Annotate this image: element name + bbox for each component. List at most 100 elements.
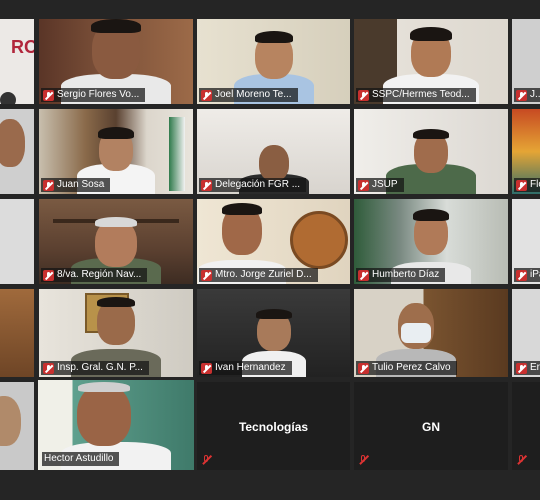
participant-tile[interactable]: Delegación FGR ... xyxy=(197,109,350,194)
logo-shape xyxy=(0,92,16,104)
mic-muted-icon xyxy=(201,269,212,281)
participant-name-tag: Ivan Hernandez xyxy=(199,361,292,375)
participant-tile[interactable]: Ivan Hernandez xyxy=(197,289,350,377)
mic-muted-icon xyxy=(358,455,369,466)
mic-muted-icon xyxy=(201,89,212,101)
participant-name-tag: Hector Astudillo xyxy=(42,452,120,466)
participant-tile[interactable] xyxy=(0,109,34,194)
mic-muted-icon xyxy=(358,179,369,191)
mic-muted-icon xyxy=(43,269,54,281)
mic-muted-icon xyxy=(201,362,212,374)
participant-name-tag: J... xyxy=(514,88,540,102)
logo-text: RO xyxy=(11,37,34,57)
mic-muted-icon xyxy=(516,455,527,466)
participant-name-tag: Joel Moreno Te... xyxy=(199,88,298,102)
person-hair xyxy=(255,309,292,319)
person-hair xyxy=(97,297,135,307)
participant-name: Mtro. Jorge Zuriel D... xyxy=(215,269,312,280)
person-head xyxy=(0,119,25,167)
person-hair xyxy=(413,129,449,139)
participant-tile[interactable]: Tulio Perez Calvo xyxy=(354,289,508,377)
participant-tile[interactable]: Tecnologías xyxy=(197,382,350,470)
participant-name: Sergio Flores Vo... xyxy=(57,89,140,100)
mic-muted-icon xyxy=(201,455,212,466)
participant-tile[interactable]: JSUP xyxy=(354,109,508,194)
mic-muted-icon xyxy=(358,269,369,281)
participant-tile[interactable]: Flore... xyxy=(512,109,540,194)
participant-tile[interactable]: Humberto Díaz xyxy=(354,199,508,284)
person-hair xyxy=(413,209,449,221)
participant-name-tag: iPad ... xyxy=(514,268,540,282)
person-hair xyxy=(77,382,130,392)
tile-logo[interactable]: RO xyxy=(0,19,34,104)
face-mask xyxy=(400,323,431,343)
participant-name-tag: 8/va. Región Nav... xyxy=(41,268,148,282)
participant-name-tag: JSUP xyxy=(356,178,404,192)
participant-name: Flore... xyxy=(530,179,540,190)
participant-tile[interactable]: SSPC/Hermes Teod... xyxy=(354,19,508,104)
participant-tile[interactable]: Sergio Flores Vo... xyxy=(39,19,193,104)
person-head xyxy=(76,384,131,446)
person-head xyxy=(0,396,21,446)
participant-name-label: Tecnologías xyxy=(238,420,309,434)
person-hair xyxy=(91,19,141,33)
participant-tile[interactable]: J... xyxy=(512,19,540,104)
participant-tile[interactable]: Juan Sosa xyxy=(39,109,193,194)
participant-name: Tulio Perez Calvo xyxy=(372,362,451,373)
participant-tile[interactable] xyxy=(0,199,34,284)
mic-muted-icon xyxy=(516,179,527,191)
mic-muted-icon xyxy=(516,269,527,281)
participant-tile[interactable]: GN xyxy=(354,382,508,470)
flag xyxy=(169,117,185,191)
mic-muted-icon xyxy=(43,362,54,374)
person-hair xyxy=(98,127,134,139)
mic-muted-icon xyxy=(516,89,527,101)
mic-muted-icon xyxy=(516,362,527,374)
participant-tile[interactable] xyxy=(0,289,34,377)
participant-name: iPad ... xyxy=(530,269,540,280)
participant-name: Insp. Gral. G.N. P... xyxy=(57,362,143,373)
mic-muted-icon xyxy=(43,179,54,191)
mic-muted-icon xyxy=(358,362,369,374)
person-head xyxy=(258,145,289,181)
participant-name-tag: Mtro. Jorge Zuriel D... xyxy=(199,268,318,282)
participant-tile[interactable]: 8/va. Región Nav... xyxy=(39,199,193,284)
participant-name: Hector Astudillo xyxy=(44,453,114,464)
participant-name: Er... xyxy=(530,362,540,373)
participant-name: Ivan Hernandez xyxy=(215,362,286,373)
participant-name: JSUP xyxy=(372,179,398,190)
participant-tile[interactable]: Mtro. Jorge Zuriel D... xyxy=(197,199,350,284)
participant-name-tag: Er... xyxy=(514,361,540,375)
participant-name-tag: Sergio Flores Vo... xyxy=(41,88,146,102)
participant-video xyxy=(0,289,34,377)
person-hair xyxy=(254,31,293,43)
participant-name: SSPC/Hermes Teod... xyxy=(372,89,470,100)
participant-tile[interactable]: iPad ... xyxy=(512,199,540,284)
participant-name-tag: Flore... xyxy=(514,178,540,192)
participant-tile[interactable]: Joel Moreno Te... xyxy=(197,19,350,104)
mic-muted-icon xyxy=(358,89,369,101)
participant-name-label: GN xyxy=(422,420,440,434)
participant-name-tag: Insp. Gral. G.N. P... xyxy=(41,361,149,375)
participant-name-tag: Juan Sosa xyxy=(41,178,111,192)
participant-name-tag: Tulio Perez Calvo xyxy=(356,361,457,375)
participant-name-tag: SSPC/Hermes Teod... xyxy=(356,88,476,102)
person-hair xyxy=(222,203,262,215)
participant-name: Humberto Díaz xyxy=(372,269,440,280)
participant-tile[interactable] xyxy=(0,382,34,470)
participant-tile[interactable] xyxy=(512,382,540,470)
person-hair xyxy=(410,27,452,41)
participant-name: 8/va. Región Nav... xyxy=(57,269,142,280)
participant-name-tag: Delegación FGR ... xyxy=(199,178,307,192)
participant-tile[interactable]: Insp. Gral. G.N. P... xyxy=(39,289,193,377)
participant-name: Juan Sosa xyxy=(57,179,105,190)
participant-name: Delegación FGR ... xyxy=(215,179,301,190)
participant-name: J... xyxy=(530,89,540,100)
mic-muted-icon xyxy=(201,179,212,191)
participant-name-tag: Humberto Díaz xyxy=(356,268,446,282)
participant-name: Joel Moreno Te... xyxy=(215,89,292,100)
participant-tile[interactable]: Er... xyxy=(512,289,540,377)
wall-clock xyxy=(290,211,348,269)
person-hair xyxy=(95,217,137,227)
participant-tile-active-speaker[interactable]: Hector Astudillo xyxy=(38,380,194,470)
